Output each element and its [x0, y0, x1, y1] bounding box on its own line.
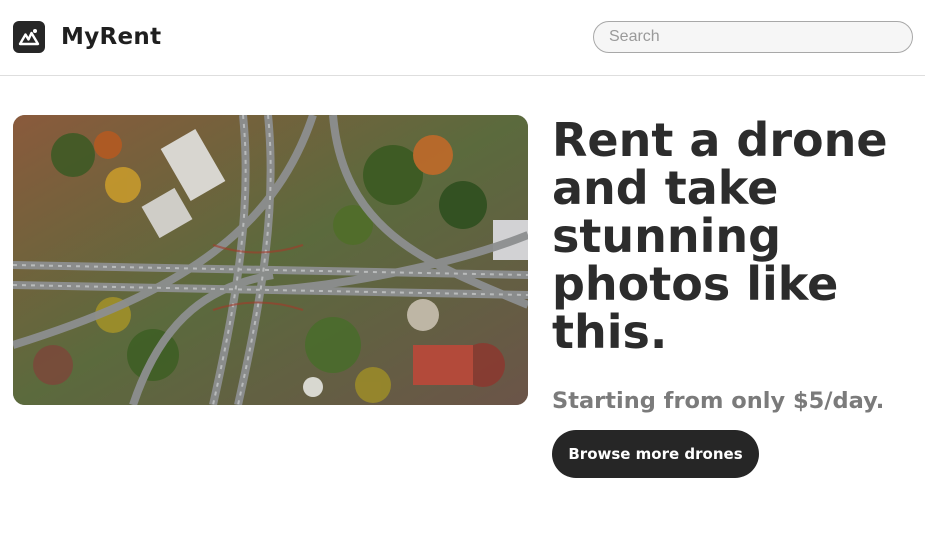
browse-drones-button[interactable]: Browse more drones — [552, 430, 759, 478]
logo[interactable] — [13, 21, 45, 53]
hero-image — [13, 115, 528, 405]
hero-subheadline: Starting from only $5/day. — [552, 388, 885, 414]
site-header: MyRent — [0, 0, 925, 76]
hero-headline: Rent a drone and take stunning photos li… — [552, 113, 888, 359]
mountain-logo-icon — [18, 29, 40, 46]
brand-name[interactable]: MyRent — [61, 22, 161, 52]
search-input[interactable] — [593, 21, 913, 53]
